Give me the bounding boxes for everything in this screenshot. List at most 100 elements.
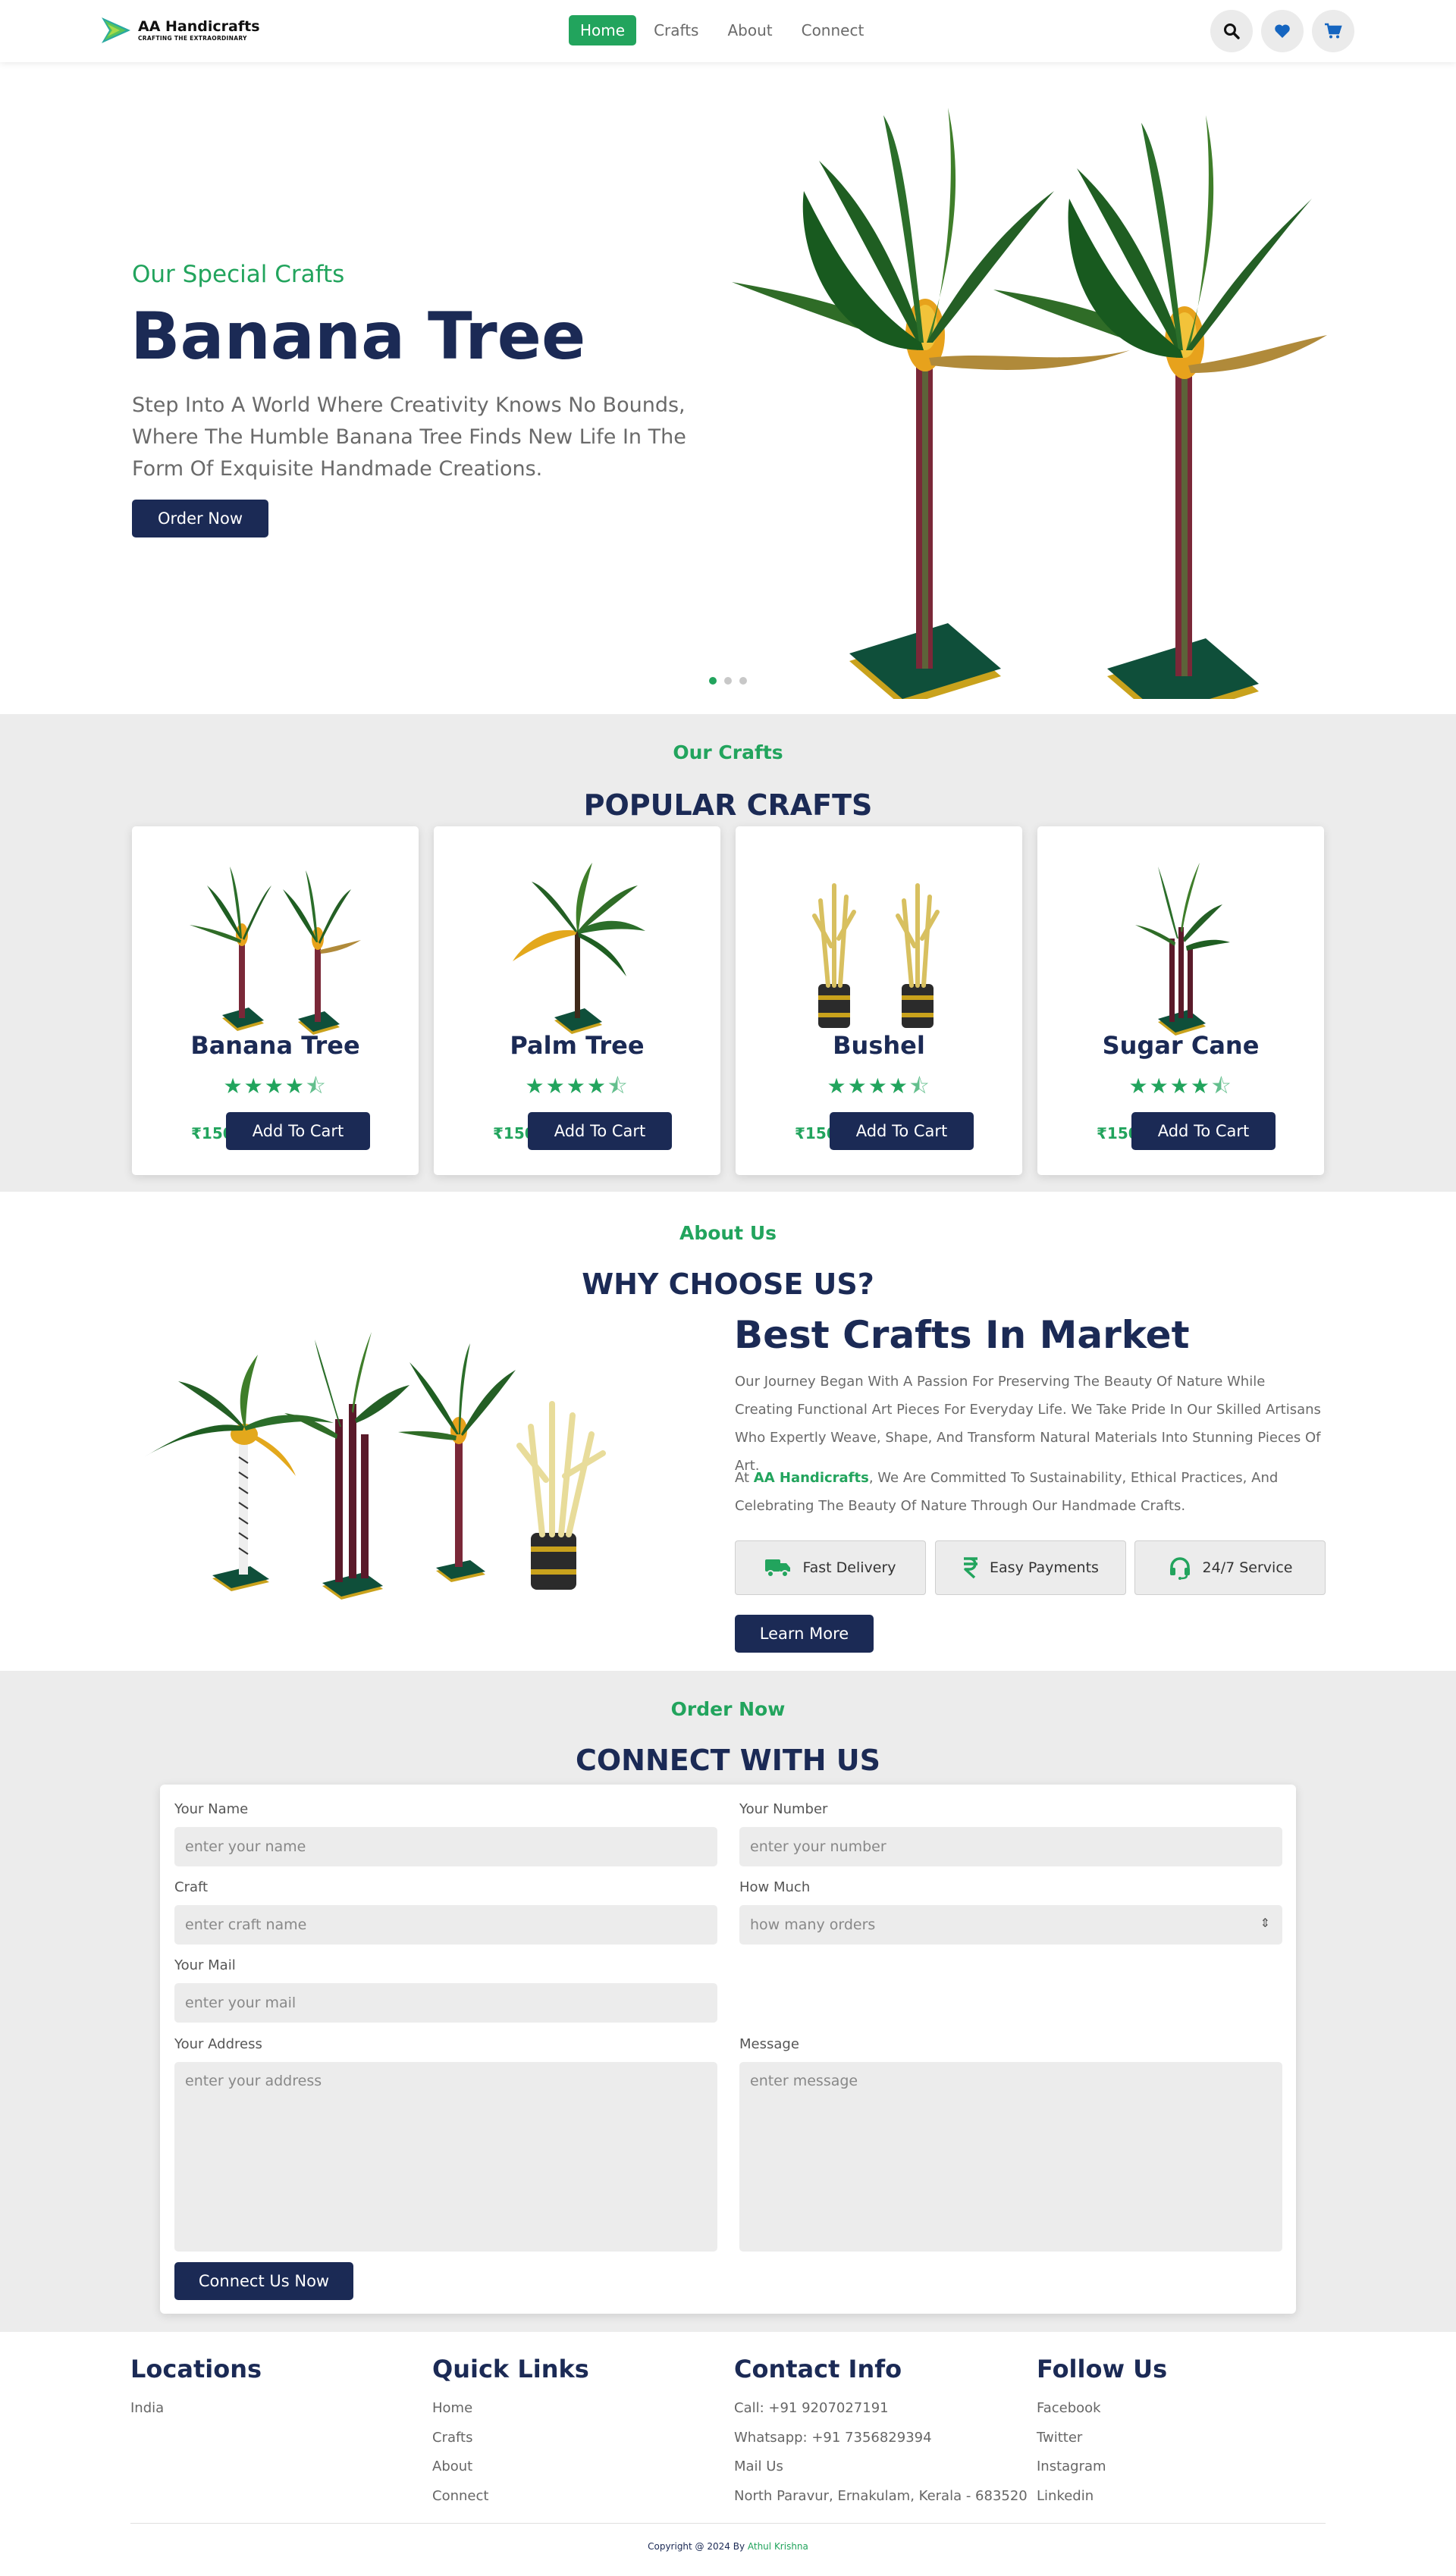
name-input[interactable]: enter your name bbox=[174, 1827, 717, 1866]
feature-easy-payments: Easy Payments bbox=[935, 1540, 1126, 1595]
nav-about-link[interactable]: About bbox=[716, 15, 783, 45]
message-textarea[interactable]: enter message bbox=[739, 2062, 1282, 2252]
nav-menu: Home Crafts About Connect bbox=[569, 15, 875, 45]
wishlist-button[interactable] bbox=[1261, 10, 1304, 52]
feature-fast-delivery: Fast Delivery bbox=[735, 1540, 926, 1595]
feature-label: Fast Delivery bbox=[802, 1559, 896, 1576]
craft-card-bushel: Bushel ★★★★⯪ ₹150 Add To Cart bbox=[736, 826, 1022, 1175]
hero-title: Banana Tree bbox=[130, 299, 586, 374]
cart-button[interactable] bbox=[1312, 10, 1354, 52]
craft-name: Sugar Cane bbox=[1102, 1031, 1260, 1060]
number-input[interactable]: enter your number bbox=[739, 1827, 1282, 1866]
add-to-cart-button[interactable]: Add To Cart bbox=[830, 1112, 974, 1150]
order-form: Your Name enter your name Your Number en… bbox=[160, 1785, 1296, 2314]
learn-more-button[interactable]: Learn More bbox=[735, 1615, 874, 1653]
message-label: Message bbox=[739, 2036, 799, 2052]
feature-label: Easy Payments bbox=[990, 1559, 1099, 1576]
add-to-cart-button[interactable]: Add To Cart bbox=[1131, 1112, 1276, 1150]
copyright-text: Copyright @ 2024 By Athul Krishna bbox=[0, 2541, 1456, 2552]
footer-contact-call[interactable]: Call: +91 9207027191 bbox=[734, 2394, 1028, 2424]
add-to-cart-button[interactable]: Add To Cart bbox=[226, 1112, 370, 1150]
how-much-select[interactable]: how many orders ⇕ bbox=[739, 1905, 1282, 1945]
select-arrows-icon: ⇕ bbox=[1260, 1916, 1270, 1930]
cart-icon bbox=[1325, 23, 1342, 39]
footer-contact-mail[interactable]: Mail Us bbox=[734, 2452, 1028, 2482]
number-label: Your Number bbox=[739, 1801, 828, 1817]
crafts-section: Our Crafts POPULAR CRAFTS Banana Tree ★★… bbox=[0, 714, 1456, 1192]
craft-card-banana-tree: Banana Tree ★★★★⯪ ₹150 Add To Cart bbox=[132, 826, 419, 1175]
brand-highlight: AA Handicrafts bbox=[753, 1470, 869, 1486]
brand-name: AA Handicrafts bbox=[138, 18, 260, 36]
footer-location-item: India bbox=[130, 2400, 165, 2416]
footer-link-about[interactable]: About bbox=[432, 2452, 589, 2482]
about-section: About Us WHY CHOOSE US? Best Crafts In M… bbox=[0, 1192, 1456, 1671]
bushel-image bbox=[812, 883, 940, 1028]
how-much-label: How Much bbox=[739, 1879, 811, 1895]
nav-home-link[interactable]: Home bbox=[569, 15, 637, 45]
footer-link-instagram[interactable]: Instagram bbox=[1037, 2452, 1167, 2482]
order-now-button[interactable]: Order Now bbox=[132, 500, 268, 537]
craft-name: Palm Tree bbox=[510, 1031, 645, 1060]
carousel-dot-2[interactable] bbox=[724, 677, 732, 685]
connect-submit-button[interactable]: Connect Us Now bbox=[174, 2262, 353, 2300]
crafts-section-label: Our Crafts bbox=[673, 741, 783, 763]
search-icon bbox=[1224, 24, 1240, 39]
copyright-prefix: Copyright @ 2024 By bbox=[648, 2541, 748, 2552]
footer-contact-info: Contact Info Call: +91 9207027191 Whatsa… bbox=[734, 2355, 1028, 2511]
connect-section: Order Now CONNECT WITH US Your Name ente… bbox=[0, 1671, 1456, 2332]
rating-stars: ★★★★⯪ bbox=[525, 1073, 629, 1098]
footer-link-linkedin[interactable]: Linkedin bbox=[1037, 2482, 1167, 2512]
address-textarea[interactable]: enter your address bbox=[174, 2062, 717, 2252]
mail-input[interactable]: enter your mail bbox=[174, 1983, 717, 2023]
nav-crafts-link[interactable]: Crafts bbox=[642, 15, 710, 45]
heart-icon bbox=[1275, 24, 1290, 38]
craft-card-sugar-cane: Sugar Cane ★★★★⯪ ₹150 Add To Cart bbox=[1037, 826, 1324, 1175]
about-heading: Best Crafts In Market bbox=[734, 1313, 1190, 1357]
hero-section: Our Special Crafts Banana Tree Step Into… bbox=[0, 62, 1456, 714]
headset-icon bbox=[1169, 1557, 1190, 1580]
about-section-label: About Us bbox=[679, 1222, 777, 1244]
rating-stars: ★★★★⯪ bbox=[223, 1073, 328, 1098]
how-much-placeholder: how many orders bbox=[750, 1916, 876, 1933]
name-label: Your Name bbox=[174, 1801, 249, 1817]
footer-locations: Locations India bbox=[130, 2355, 262, 2424]
craft-name: Banana Tree bbox=[190, 1031, 360, 1060]
add-to-cart-button[interactable]: Add To Cart bbox=[528, 1112, 672, 1150]
footer-follow-title: Follow Us bbox=[1037, 2355, 1168, 2383]
copyright-author[interactable]: Athul Krishna bbox=[748, 2541, 808, 2552]
hero-subtitle: Our Special Crafts bbox=[132, 261, 345, 288]
palm-tree-image bbox=[513, 863, 645, 1034]
footer-link-facebook[interactable]: Facebook bbox=[1037, 2394, 1167, 2424]
nav-icon-group bbox=[1210, 10, 1354, 52]
footer-link-twitter[interactable]: Twitter bbox=[1037, 2424, 1167, 2453]
craft-input[interactable]: enter craft name bbox=[174, 1905, 717, 1945]
rating-stars: ★★★★⯪ bbox=[1128, 1073, 1233, 1098]
carousel-dot-3[interactable] bbox=[739, 677, 747, 685]
footer-link-home[interactable]: Home bbox=[432, 2394, 589, 2424]
footer-quick-links: Quick Links Home Crafts About Connect bbox=[432, 2355, 589, 2511]
craft-card-palm-tree: Palm Tree ★★★★⯪ ₹150 Add To Cart bbox=[434, 826, 720, 1175]
footer-divider bbox=[130, 2523, 1326, 2524]
logo-arrow-icon bbox=[102, 17, 130, 43]
craft-name: Bushel bbox=[833, 1031, 925, 1060]
crafts-collection-image bbox=[144, 1332, 606, 1600]
brand-logo[interactable]: AA Handicrafts CRAFTING THE EXTRAORDINAR… bbox=[100, 9, 260, 52]
connect-section-label: Order Now bbox=[670, 1698, 786, 1720]
search-button[interactable] bbox=[1210, 10, 1253, 52]
crafts-section-title: POPULAR CRAFTS bbox=[583, 788, 873, 822]
sugar-cane-image bbox=[1135, 863, 1230, 1036]
about-paragraph-1: Our Journey Began With A Passion For Pre… bbox=[735, 1374, 1321, 1474]
craft-label: Craft bbox=[174, 1879, 209, 1895]
carousel-dot-1[interactable] bbox=[709, 677, 717, 685]
brand-tagline: CRAFTING THE EXTRAORDINARY bbox=[138, 34, 247, 42]
footer: Locations India Quick Links Home Crafts … bbox=[0, 2332, 1456, 2576]
navbar: AA Handicrafts CRAFTING THE EXTRAORDINAR… bbox=[0, 0, 1456, 62]
footer-contact-whatsapp[interactable]: Whatsapp: +91 7356829394 bbox=[734, 2424, 1028, 2453]
footer-link-connect[interactable]: Connect bbox=[432, 2482, 589, 2512]
rating-stars: ★★★★⯪ bbox=[827, 1073, 931, 1098]
feature-label: 24/7 Service bbox=[1202, 1559, 1293, 1576]
connect-section-title: CONNECT WITH US bbox=[575, 1744, 881, 1777]
rupee-icon bbox=[964, 1557, 978, 1579]
footer-link-crafts[interactable]: Crafts bbox=[432, 2424, 589, 2453]
nav-connect-link[interactable]: Connect bbox=[790, 15, 876, 45]
